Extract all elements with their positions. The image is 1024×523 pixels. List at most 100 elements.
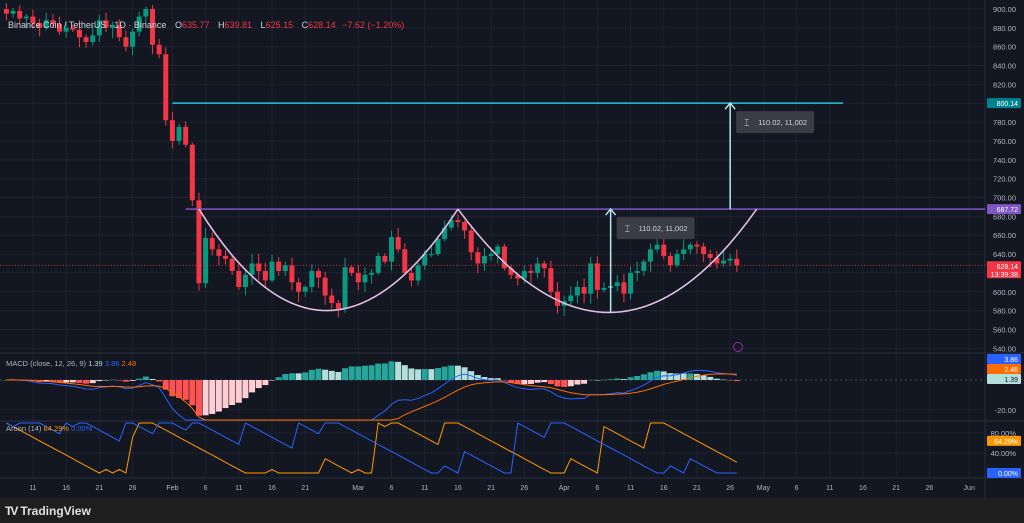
trading-chart[interactable]: ⌶ 110.02, 11,002 ⌶ 110.02, 11,002 900.00 880.… xyxy=(0,0,1024,498)
macd-histogram-bar xyxy=(322,369,329,380)
macd-histogram-bar xyxy=(242,380,249,399)
high-value: 639.81 xyxy=(224,20,253,30)
price-tick-label: 560.00 xyxy=(993,325,1016,334)
candle-body xyxy=(574,287,580,296)
macd-histogram-bar xyxy=(574,380,581,385)
macd-histogram-bar xyxy=(454,365,461,380)
time-tick-label: Jun xyxy=(964,485,975,492)
candle-body xyxy=(176,126,182,141)
candle-body xyxy=(548,268,554,292)
candle-body xyxy=(408,272,414,281)
price-tick-label: 820.00 xyxy=(993,80,1016,89)
candle-body xyxy=(661,244,667,256)
candle-body xyxy=(415,265,421,281)
symbol-legend: Binance Coin / TetherUS · 1D · Binance O… xyxy=(8,20,404,30)
candle-body xyxy=(389,237,395,262)
candle-body xyxy=(727,258,733,261)
macd-hist-value: 1.39 xyxy=(88,359,103,368)
chart-canvas[interactable]: ⌶ 110.02, 11,002 ⌶ 110.02, 11,002 900.00 880.… xyxy=(0,0,1024,498)
time-tick-label: 21 xyxy=(892,485,900,492)
macd-histogram-bar xyxy=(361,365,368,380)
macd-histogram-bar xyxy=(634,376,641,380)
macd-histogram-bar xyxy=(315,368,322,380)
macd-histogram-bar xyxy=(415,369,422,380)
candle-body xyxy=(641,261,647,272)
macd-histogram-bar xyxy=(262,380,269,386)
macd-histogram-bar xyxy=(547,380,554,385)
price-tick-label: 740.00 xyxy=(993,156,1016,165)
price-tick-label: 600.00 xyxy=(993,288,1016,297)
candle-body xyxy=(674,254,680,266)
time-tick-label: 6 xyxy=(390,485,394,492)
candle-body xyxy=(322,277,328,296)
change-value: −7.62 (−1.20%) xyxy=(342,20,405,30)
macd-tick-label: -20.00 xyxy=(995,406,1016,415)
candle-body xyxy=(216,249,222,256)
candle-body xyxy=(296,282,302,292)
price-tick-label: 780.00 xyxy=(993,118,1016,127)
macd-histogram-bar xyxy=(235,380,242,403)
macd-histogram-bar xyxy=(83,380,90,384)
macd-histogram-bar xyxy=(302,372,309,380)
price-tick-label: 900.00 xyxy=(993,5,1016,14)
macd-histogram-bar xyxy=(222,380,229,409)
cup-curve xyxy=(198,208,459,312)
macd-histogram-bar xyxy=(342,368,349,380)
candle-body xyxy=(349,267,355,273)
price-tick-label: 720.00 xyxy=(993,175,1016,184)
price-tick-label: 540.00 xyxy=(993,344,1016,353)
macd-histogram-bar xyxy=(461,367,468,380)
macd-histogram-bar xyxy=(328,370,335,380)
macd-histogram-bar xyxy=(375,363,382,380)
ruler-icon: ⌶ xyxy=(625,224,630,234)
macd-histogram-bar xyxy=(687,373,694,380)
macd-histogram-bar xyxy=(103,380,109,381)
aroon-legend[interactable]: Aroon (14) 64.29% 0.00% xyxy=(6,424,92,433)
time-tick-label: 6 xyxy=(795,485,799,492)
tradingview-brand[interactable]: TV TradingView xyxy=(5,504,91,518)
candle-body xyxy=(402,249,408,273)
aroon-down-line xyxy=(6,422,737,474)
aroon-up-label: 64.29% xyxy=(994,439,1018,446)
candle-body xyxy=(309,271,315,288)
macd-histogram-bar xyxy=(335,372,342,380)
open-value: 635.77 xyxy=(181,20,210,30)
candle-body xyxy=(282,265,288,272)
symbol-title[interactable]: Binance Coin / TetherUS · 1D · Binance xyxy=(8,20,166,30)
macd-histogram-bar xyxy=(229,380,236,406)
macd-histogram-bar xyxy=(202,380,209,416)
time-tick-label: 26 xyxy=(129,485,137,492)
macd-histogram-bar xyxy=(269,380,275,381)
current-price-label: 13:39:38 xyxy=(991,272,1018,279)
macd-hist-label: 1.39 xyxy=(1004,377,1018,384)
candle-body xyxy=(342,267,348,309)
aroon-down-value: 0.00% xyxy=(71,424,93,433)
macd-histogram-bar xyxy=(541,380,548,383)
macd-histogram-bar xyxy=(189,380,196,406)
macd-histogram-bar xyxy=(355,366,362,380)
macd-legend[interactable]: MACD (close, 12, 26, 9) 1.39 3.86 2.48 xyxy=(6,359,136,368)
candle-body xyxy=(335,303,341,309)
aroon-tick-label: 40.00% xyxy=(991,449,1017,458)
macd-histogram-bar xyxy=(142,376,149,380)
time-tick-label: 21 xyxy=(95,485,103,492)
measure-label: 110.02, 11,002 xyxy=(639,224,688,233)
price-tick-label: 660.00 xyxy=(993,231,1016,240)
macd-histogram-bar xyxy=(614,378,621,380)
macd-histogram-bar xyxy=(116,380,123,381)
time-tick-label: 6 xyxy=(204,485,208,492)
price-tick-label: 700.00 xyxy=(993,194,1016,203)
time-tick-label: 16 xyxy=(268,485,276,492)
macd-line-value: 3.86 xyxy=(104,359,120,368)
time-tick-label: 26 xyxy=(520,485,528,492)
macd-histogram-bar xyxy=(156,380,163,382)
macd-histogram-bar xyxy=(720,379,727,381)
candle-body xyxy=(355,272,361,283)
macd-histogram-bar xyxy=(288,373,295,380)
aroon-up-value: 64.29% xyxy=(43,424,69,433)
candle-body xyxy=(382,255,388,262)
macd-histogram-bar xyxy=(401,365,408,380)
macd-histogram-bar xyxy=(348,366,355,380)
candle-body xyxy=(541,263,547,269)
candle-body xyxy=(223,255,229,259)
